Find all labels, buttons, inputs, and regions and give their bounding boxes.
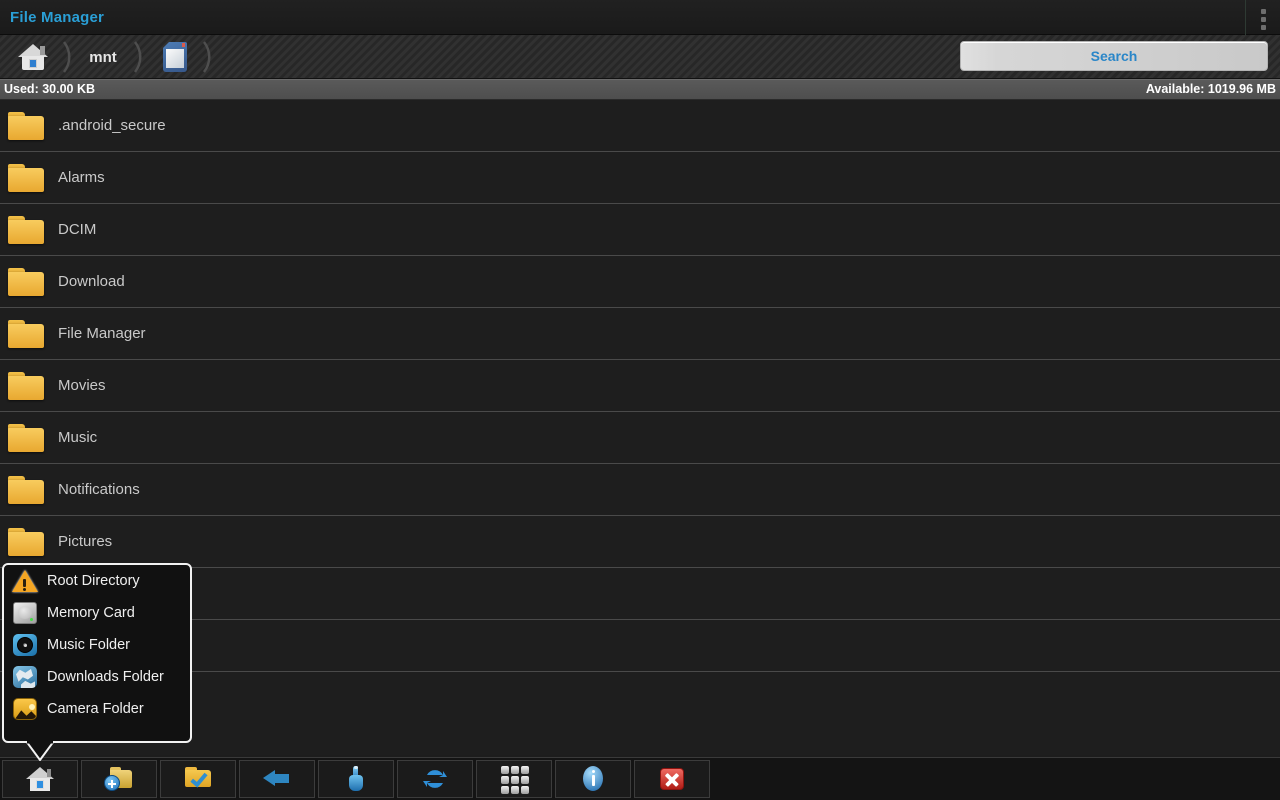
file-name: .android_secure (58, 117, 166, 134)
file-manager-app: File Manager mnt Search Used: 30.00 KB A… (0, 0, 1280, 800)
globe-download-icon (12, 664, 38, 690)
popup-menu-item[interactable]: Root Directory (4, 565, 190, 597)
file-row[interactable]: Notifications (0, 464, 1280, 516)
back-arrow-icon (262, 764, 292, 794)
folder-icon (8, 475, 44, 504)
warning-triangle-icon (12, 568, 38, 594)
select-all-button[interactable] (160, 760, 236, 798)
popup-menu-item-label: Memory Card (47, 605, 135, 621)
exit-button[interactable] (634, 760, 710, 798)
popup-menu-item[interactable]: Music Folder (4, 629, 190, 661)
overflow-dot (1260, 25, 1266, 30)
overflow-dot (1260, 9, 1266, 14)
folder-icon (8, 163, 44, 192)
breadcrumb-item-sdcard[interactable] (152, 35, 198, 79)
breadcrumb-separator (133, 41, 142, 73)
file-row[interactable] (0, 568, 1280, 620)
new-folder-button[interactable] (81, 760, 157, 798)
sdcard-icon (163, 42, 187, 72)
file-name: Movies (58, 377, 106, 394)
title-bar: File Manager (0, 0, 1280, 35)
hand-select-icon (341, 764, 371, 794)
folder-icon (8, 215, 44, 244)
file-name: File Manager (58, 325, 146, 342)
popup-menu-item-label: Camera Folder (47, 701, 144, 717)
storage-info-bar: Used: 30.00 KB Available: 1019.96 MB (0, 79, 1280, 100)
file-name: Pictures (58, 533, 113, 550)
popup-menu-item[interactable]: Downloads Folder (4, 661, 190, 693)
select-folder-check-icon (183, 764, 213, 794)
file-row[interactable]: File Manager (0, 308, 1280, 360)
folder-icon (8, 111, 44, 140)
close-x-icon (657, 764, 687, 794)
home-icon (18, 44, 48, 70)
file-name: Notifications (58, 481, 140, 498)
file-row[interactable]: DCIM (0, 204, 1280, 256)
grid-view-icon (500, 765, 529, 794)
folder-icon (8, 267, 44, 296)
page-title: File Manager (10, 9, 105, 26)
popup-menu-item-label: Downloads Folder (47, 669, 164, 685)
view-mode-button[interactable] (476, 760, 552, 798)
file-row[interactable]: Movies (0, 360, 1280, 412)
shortcuts-popup-menu[interactable]: Root Directory Memory Card Music Folder Dow… (2, 563, 192, 743)
search-input[interactable]: Search (960, 41, 1268, 71)
new-folder-icon (104, 764, 134, 794)
popup-menu-item-label: Root Directory (47, 573, 140, 589)
file-name: Alarms (58, 169, 105, 186)
overflow-dot (1260, 17, 1266, 22)
popup-tail (26, 741, 54, 761)
file-row[interactable]: Music (0, 412, 1280, 464)
file-row[interactable] (0, 620, 1280, 672)
popup-menu-item[interactable]: Memory Card (4, 597, 190, 629)
file-row[interactable]: Pictures (0, 516, 1280, 568)
folder-icon (8, 527, 44, 556)
refresh-icon (420, 764, 450, 794)
search-label: Search (1090, 48, 1138, 64)
overflow-menu-icon[interactable] (1245, 0, 1280, 35)
file-name: DCIM (58, 221, 97, 238)
breadcrumb-item-label: mnt (89, 48, 117, 66)
breadcrumb-item-mnt[interactable]: mnt (78, 35, 128, 79)
info-button[interactable] (555, 760, 631, 798)
file-row[interactable] (0, 672, 1280, 724)
file-list[interactable]: .android_secure Alarms DCIM Download File Ma… (0, 100, 1280, 755)
folder-icon (8, 423, 44, 452)
file-row[interactable]: .android_secure (0, 100, 1280, 152)
bottom-toolbar (0, 757, 1280, 800)
breadcrumb-item-home[interactable] (8, 35, 58, 79)
file-row[interactable]: Download (0, 256, 1280, 308)
folder-icon (8, 319, 44, 348)
hard-disk-icon (12, 600, 38, 626)
file-name: Music (58, 429, 98, 446)
popup-menu-item-label: Music Folder (47, 637, 130, 653)
multi-select-button[interactable] (318, 760, 394, 798)
breadcrumb-separator (62, 41, 71, 73)
vinyl-record-icon (12, 632, 38, 658)
breadcrumb-separator (202, 41, 211, 73)
refresh-button[interactable] (397, 760, 473, 798)
info-icon (578, 764, 608, 794)
file-name: Download (58, 273, 125, 290)
back-button[interactable] (239, 760, 315, 798)
storage-available: Available: 1019.96 MB (1145, 82, 1276, 96)
popup-menu-item[interactable]: Camera Folder (4, 693, 190, 725)
folder-icon (8, 371, 44, 400)
storage-used: Used: 30.00 KB (4, 82, 96, 96)
picture-landscape-icon (12, 696, 38, 722)
file-row[interactable]: Alarms (0, 152, 1280, 204)
home-icon (25, 764, 55, 794)
home-button[interactable] (2, 760, 78, 798)
